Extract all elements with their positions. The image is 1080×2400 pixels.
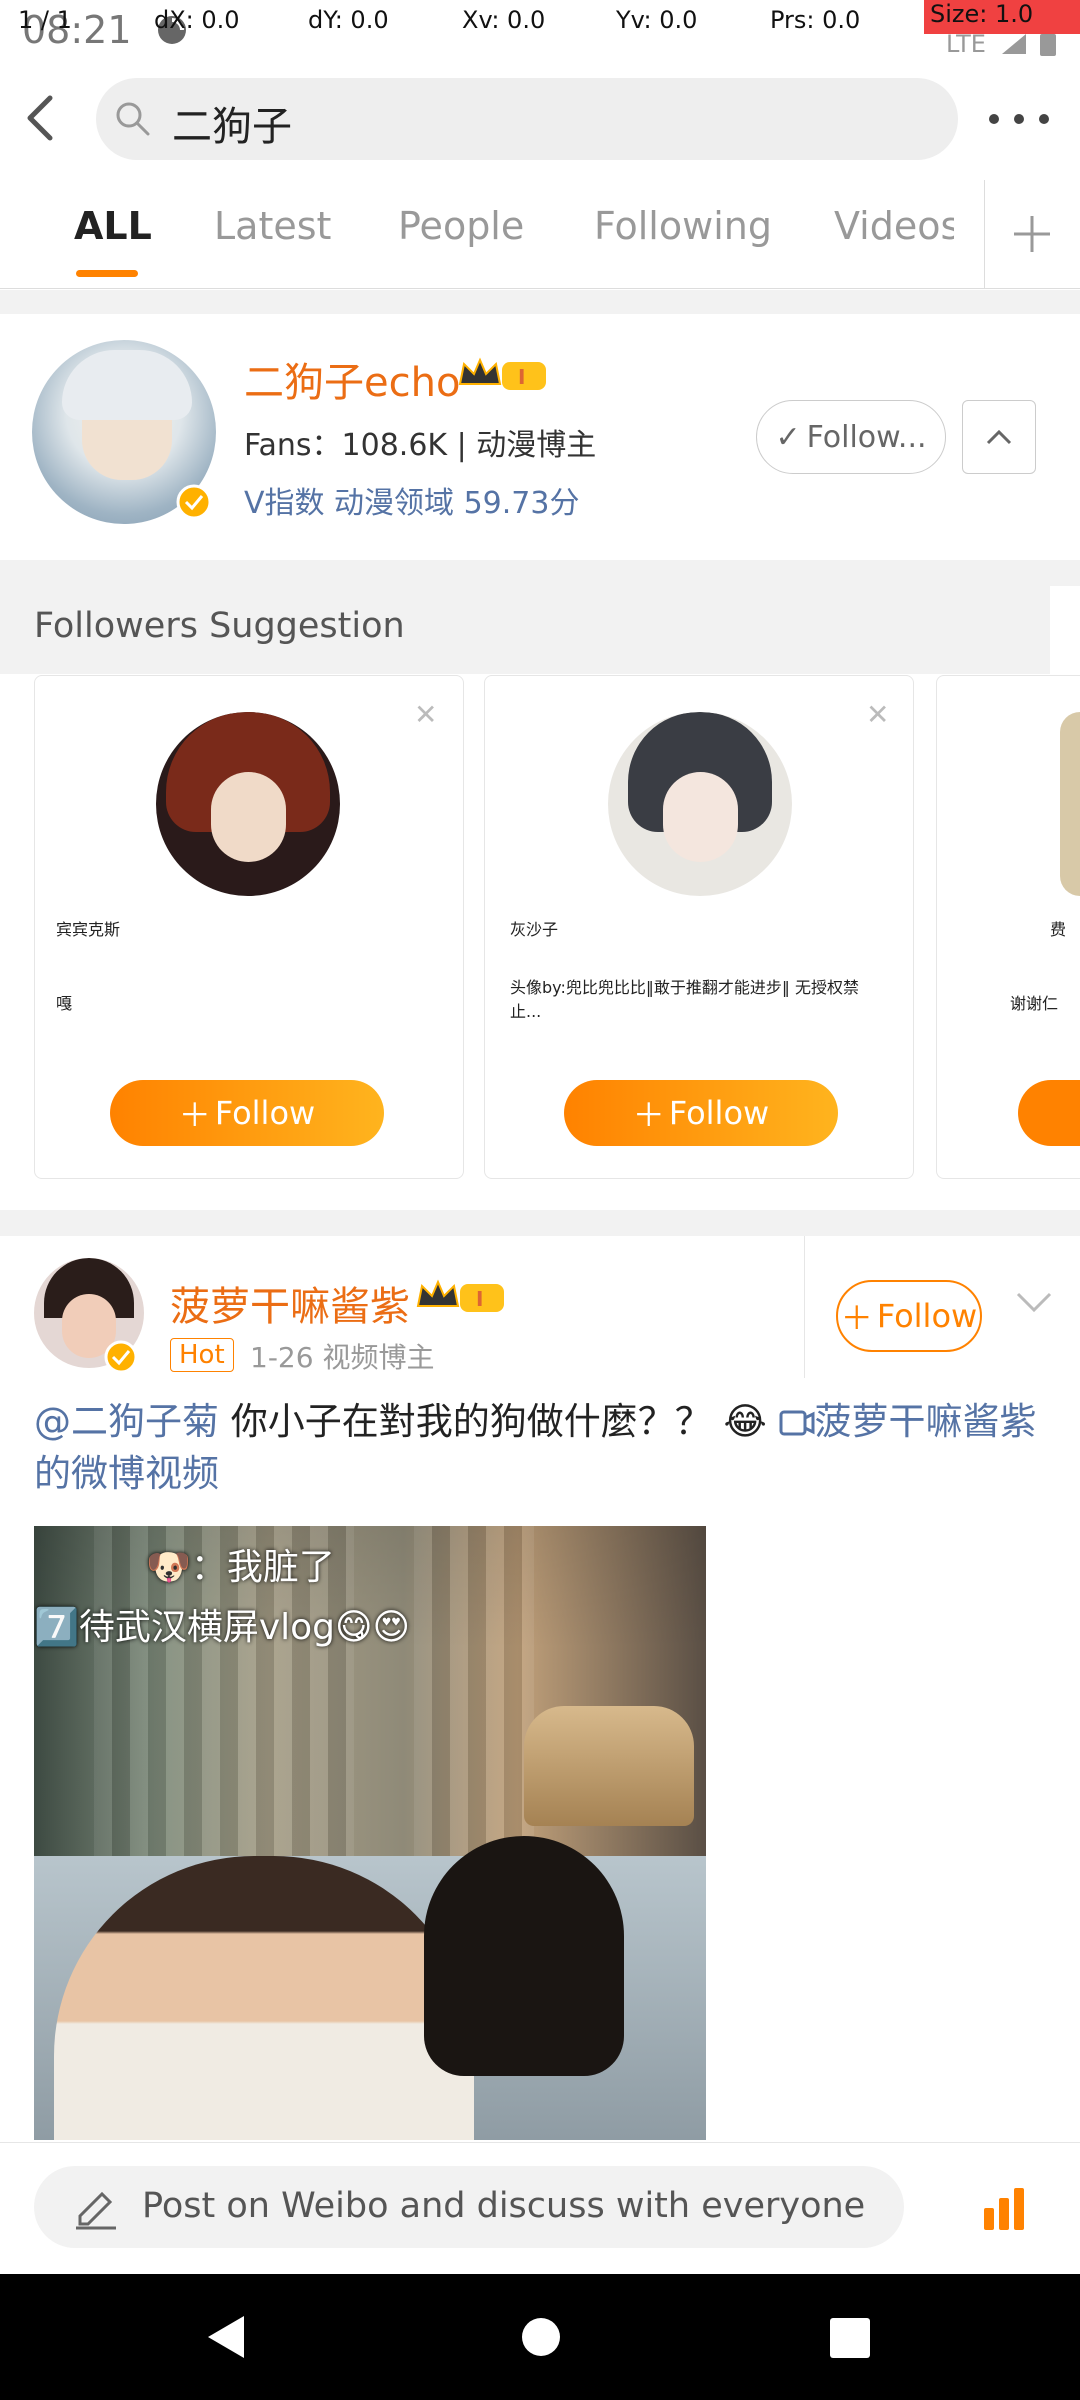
tab-latest[interactable]: Latest [214, 204, 331, 248]
vip-badge-icon: I [458, 357, 546, 390]
edit-icon [76, 2191, 116, 2230]
suggestion-avatar[interactable] [1060, 712, 1080, 896]
separator [0, 290, 1080, 314]
suggestion-avatar[interactable] [156, 712, 340, 896]
suggestion-desc: 头像by:兜比兜比比‖敢于推翻才能进步‖ 无授权禁止... [510, 978, 859, 1021]
nav-home-icon[interactable] [520, 2316, 562, 2358]
pointer-dy: dY: 0.0 [308, 6, 389, 34]
svg-text:I: I [518, 365, 525, 389]
suggestion-desc: 谢谢仁 [1010, 994, 1059, 1013]
tab-divider [984, 180, 985, 288]
follow-button[interactable] [1018, 1080, 1080, 1146]
separator [0, 1210, 1080, 1236]
tab-indicator [76, 270, 138, 277]
pointer-xv: Xv: 0.0 [462, 6, 546, 34]
separator [0, 560, 1080, 586]
user-index: V指数 动漫领域 59.73分 [244, 486, 580, 521]
post-meta: 1-26 视频博主 [250, 1341, 435, 1374]
svg-text:LTE: LTE [946, 30, 986, 56]
trending-icon[interactable] [978, 2184, 1030, 2236]
verified-badge-icon [104, 1340, 138, 1374]
system-nav-bar [0, 2274, 1080, 2400]
divider [804, 1236, 805, 1378]
suggestion-name[interactable]: 灰沙子 [510, 916, 890, 940]
suggestion-avatar[interactable] [608, 712, 792, 896]
post-body: 你小子在對我的狗做什麼？？ 😂 [219, 1400, 779, 1443]
search-icon [116, 102, 150, 136]
check-icon: ✓ [775, 419, 801, 455]
pointer-pos: 1 / 1 [18, 6, 72, 34]
user-fans: Fans：108.6K | 动漫博主 [244, 428, 597, 463]
signal-battery-icon: LTE [946, 30, 1056, 56]
poster-name[interactable]: 菠萝干嘛酱紫 [170, 1274, 410, 1332]
verified-badge-icon [176, 484, 212, 520]
vip-badge-icon: I [416, 1279, 504, 1312]
plus-icon: ＋ [840, 1299, 873, 1337]
post-text[interactable]: @二狗子菊 你小子在對我的狗做什麼？？ 😂 菠萝干嘛酱紫的微博视频 [34, 1396, 1044, 1500]
suggestion-title: Followers Suggestion [34, 606, 405, 646]
tab-all[interactable]: ALL [74, 204, 152, 248]
plus-icon: ＋ [178, 1096, 211, 1134]
dismiss-icon[interactable]: ✕ [866, 698, 889, 731]
chevron-down-icon[interactable] [1014, 1290, 1054, 1314]
back-icon[interactable] [20, 92, 60, 144]
suggestion-name[interactable]: 宾宾克斯 [56, 916, 436, 940]
nav-recents-icon[interactable] [830, 2318, 870, 2358]
mention-link[interactable]: @二狗子菊 [34, 1400, 219, 1443]
video-thumbnail[interactable]: 🐶：我脏了 7️⃣待武汉横屏vlog😋😍 [34, 1526, 706, 2140]
more-icon[interactable] [984, 104, 1054, 134]
tab-following[interactable]: Following [594, 204, 772, 248]
svg-text:I: I [476, 1287, 483, 1311]
video-caption: 7️⃣待武汉横屏vlog😋😍 [34, 1607, 411, 1648]
video-caption: 🐶：我脏了 [146, 1547, 335, 1588]
follow-label: Follow [668, 1094, 770, 1132]
chevron-up-icon [986, 429, 1012, 445]
following-button[interactable]: ✓ Follow... [756, 400, 946, 474]
collapse-button[interactable] [962, 400, 1036, 474]
follow-label: Follow [876, 1297, 978, 1335]
dismiss-icon[interactable]: ✕ [414, 698, 437, 731]
suggestion-desc: 嘎 [56, 994, 73, 1013]
follow-button[interactable]: ＋ Follow [564, 1080, 838, 1146]
video-link-icon [779, 1410, 815, 1436]
compose-placeholder[interactable]: Post on Weibo and discuss with everyone [142, 2186, 865, 2226]
search-query[interactable]: 二狗子 [172, 94, 292, 152]
pointer-size: Size: 1.0 [924, 0, 1080, 34]
status-bar: 08:21 1 / 1 dX: 0.0 dY: 0.0 Xv: 0.0 Yv: … [0, 0, 1080, 62]
add-tab-icon[interactable] [1010, 212, 1054, 256]
follow-label: Follow [214, 1094, 316, 1132]
plus-icon: ＋ [632, 1096, 665, 1134]
user-name[interactable]: 二狗子echo [244, 350, 460, 408]
suggestion-name[interactable]: 费 [1050, 916, 1080, 940]
follow-button[interactable]: ＋ Follow [836, 1280, 982, 1352]
nav-back-icon[interactable] [204, 2314, 248, 2360]
hot-badge: Hot [170, 1338, 234, 1372]
pointer-dx: dX: 0.0 [154, 6, 240, 34]
pointer-prs: Prs: 0.0 [770, 6, 861, 34]
pointer-yv: Yv: 0.0 [616, 6, 698, 34]
tab-people[interactable]: People [398, 204, 524, 248]
tab-videos[interactable]: Videos [834, 204, 954, 248]
follow-button[interactable]: ＋ Follow [110, 1080, 384, 1146]
following-label: Follow... [806, 419, 927, 455]
